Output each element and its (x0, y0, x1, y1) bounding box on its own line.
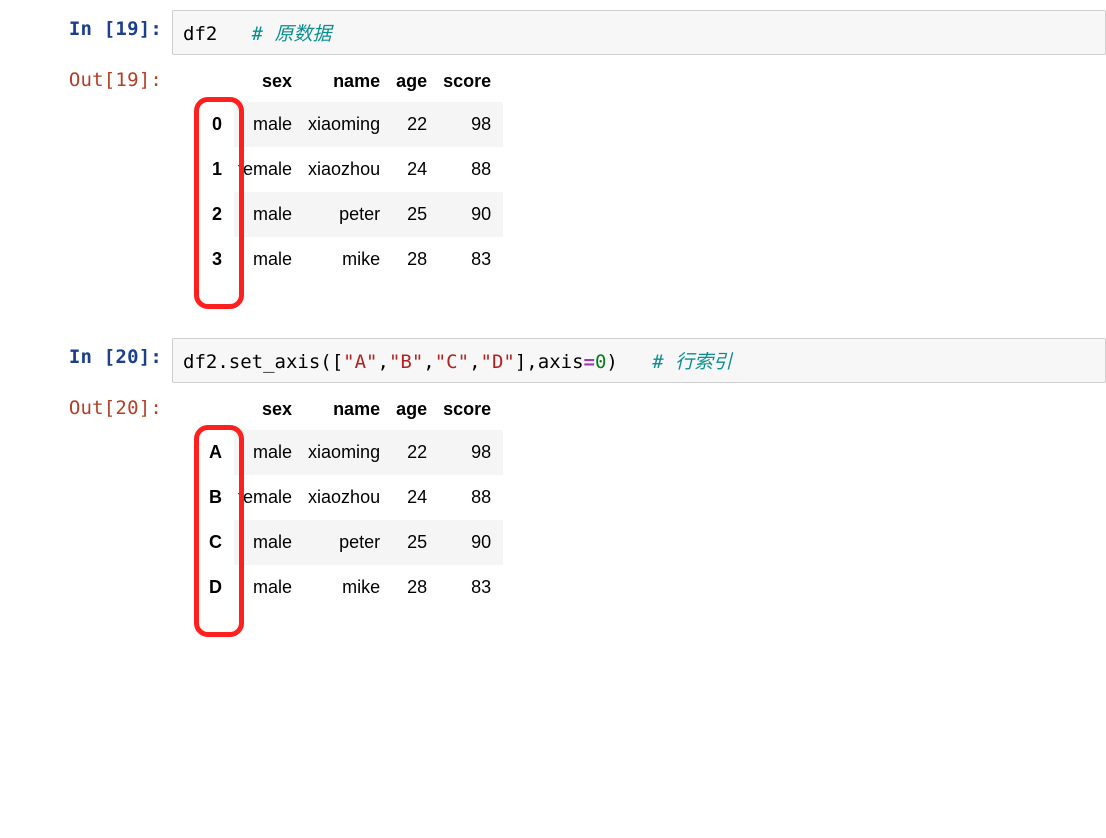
table-cell: 98 (439, 102, 503, 147)
code-token: .set_axis( (217, 351, 331, 373)
table-cell: xiaoming (304, 430, 392, 475)
table-cell: 24 (392, 147, 439, 192)
code-token: [ (332, 351, 343, 373)
table-cell: 25 (392, 520, 439, 565)
table-cell: mike (304, 565, 392, 610)
col-header: name (304, 61, 392, 102)
col-header: score (439, 61, 503, 102)
input-cell-19: In [19]: df2 # 原数据 (0, 10, 1106, 55)
code-token: df2 (183, 23, 217, 45)
input-cell-20: In [20]: df2.set_axis(["A","B","C","D"],… (0, 338, 1106, 383)
table-cell: 88 (439, 147, 503, 192)
code-input-19[interactable]: df2 # 原数据 (172, 10, 1106, 55)
row-index: 1 (200, 147, 234, 192)
in-prompt-19: In [19]: (0, 10, 172, 40)
table-row: 1 female xiaozhou 24 88 (200, 147, 503, 192)
row-index: C (200, 520, 234, 565)
code-token: , (378, 351, 389, 373)
in-prompt-20: In [20]: (0, 338, 172, 368)
out-prompt-19: Out[19]: (0, 61, 172, 91)
table-row: A male xiaoming 22 98 (200, 430, 503, 475)
code-token: = (584, 351, 595, 373)
col-header: score (439, 389, 503, 430)
table-cell: 83 (439, 565, 503, 610)
row-index: D (200, 565, 234, 610)
table-cell: male (234, 237, 304, 282)
table-row: 0 male xiaoming 22 98 (200, 102, 503, 147)
row-index: B (200, 475, 234, 520)
code-token: ] (515, 351, 526, 373)
table-cell: xiaoming (304, 102, 392, 147)
table-cell: male (234, 192, 304, 237)
row-index: 3 (200, 237, 234, 282)
table-cell: 24 (392, 475, 439, 520)
table-cell: peter (304, 192, 392, 237)
code-token: ) (606, 351, 617, 373)
table-row: D male mike 28 83 (200, 565, 503, 610)
row-index: A (200, 430, 234, 475)
table-header-row: sex name age score (200, 389, 503, 430)
table-cell: 88 (439, 475, 503, 520)
table-row: 3 male mike 28 83 (200, 237, 503, 282)
table-cell: peter (304, 520, 392, 565)
table-cell: mike (304, 237, 392, 282)
table-cell: 90 (439, 520, 503, 565)
table-cell: 28 (392, 237, 439, 282)
col-header: name (304, 389, 392, 430)
table-cell: 22 (392, 430, 439, 475)
table-cell: 28 (392, 565, 439, 610)
table-cell: male (234, 520, 304, 565)
index-header-blank (200, 389, 234, 430)
table-row: B female xiaozhou 24 88 (200, 475, 503, 520)
table-cell: 25 (392, 192, 439, 237)
col-header: sex (234, 389, 304, 430)
code-token: 0 (595, 351, 606, 373)
output-cell-20: Out[20]: sex name age score A male xiaom… (0, 389, 1106, 610)
table-cell: 22 (392, 102, 439, 147)
code-token: , (526, 351, 537, 373)
index-header-blank (200, 61, 234, 102)
code-token: , (469, 351, 480, 373)
col-header: age (392, 61, 439, 102)
output-content-20: sex name age score A male xiaoming 22 98… (172, 389, 503, 610)
code-comment: # 行索引 (652, 351, 732, 373)
table-row: 2 male peter 25 90 (200, 192, 503, 237)
code-comment: # 原数据 (252, 23, 332, 45)
code-token: , (423, 351, 434, 373)
code-token: "C" (435, 351, 469, 373)
table-cell: male (234, 102, 304, 147)
col-header: sex (234, 61, 304, 102)
code-token: df2 (183, 351, 217, 373)
table-cell: xiaozhou (304, 147, 392, 192)
dataframe-table-20: sex name age score A male xiaoming 22 98… (200, 389, 503, 610)
table-cell: 90 (439, 192, 503, 237)
row-index: 0 (200, 102, 234, 147)
table-cell: female (234, 475, 304, 520)
dataframe-table-19: sex name age score 0 male xiaoming 22 98… (200, 61, 503, 282)
code-token: "B" (389, 351, 423, 373)
table-header-row: sex name age score (200, 61, 503, 102)
code-token: axis (538, 351, 584, 373)
table-cell: 98 (439, 430, 503, 475)
table-row: C male peter 25 90 (200, 520, 503, 565)
table-cell: xiaozhou (304, 475, 392, 520)
output-cell-19: Out[19]: sex name age score 0 male xiaom… (0, 61, 1106, 282)
code-token: "D" (481, 351, 515, 373)
table-cell: male (234, 565, 304, 610)
table-cell: male (234, 430, 304, 475)
table-cell: female (234, 147, 304, 192)
col-header: age (392, 389, 439, 430)
code-input-20[interactable]: df2.set_axis(["A","B","C","D"],axis=0) #… (172, 338, 1106, 383)
table-cell: 83 (439, 237, 503, 282)
out-prompt-20: Out[20]: (0, 389, 172, 419)
cell-spacer (0, 288, 1106, 338)
row-index: 2 (200, 192, 234, 237)
output-content-19: sex name age score 0 male xiaoming 22 98… (172, 61, 503, 282)
code-token: "A" (343, 351, 377, 373)
